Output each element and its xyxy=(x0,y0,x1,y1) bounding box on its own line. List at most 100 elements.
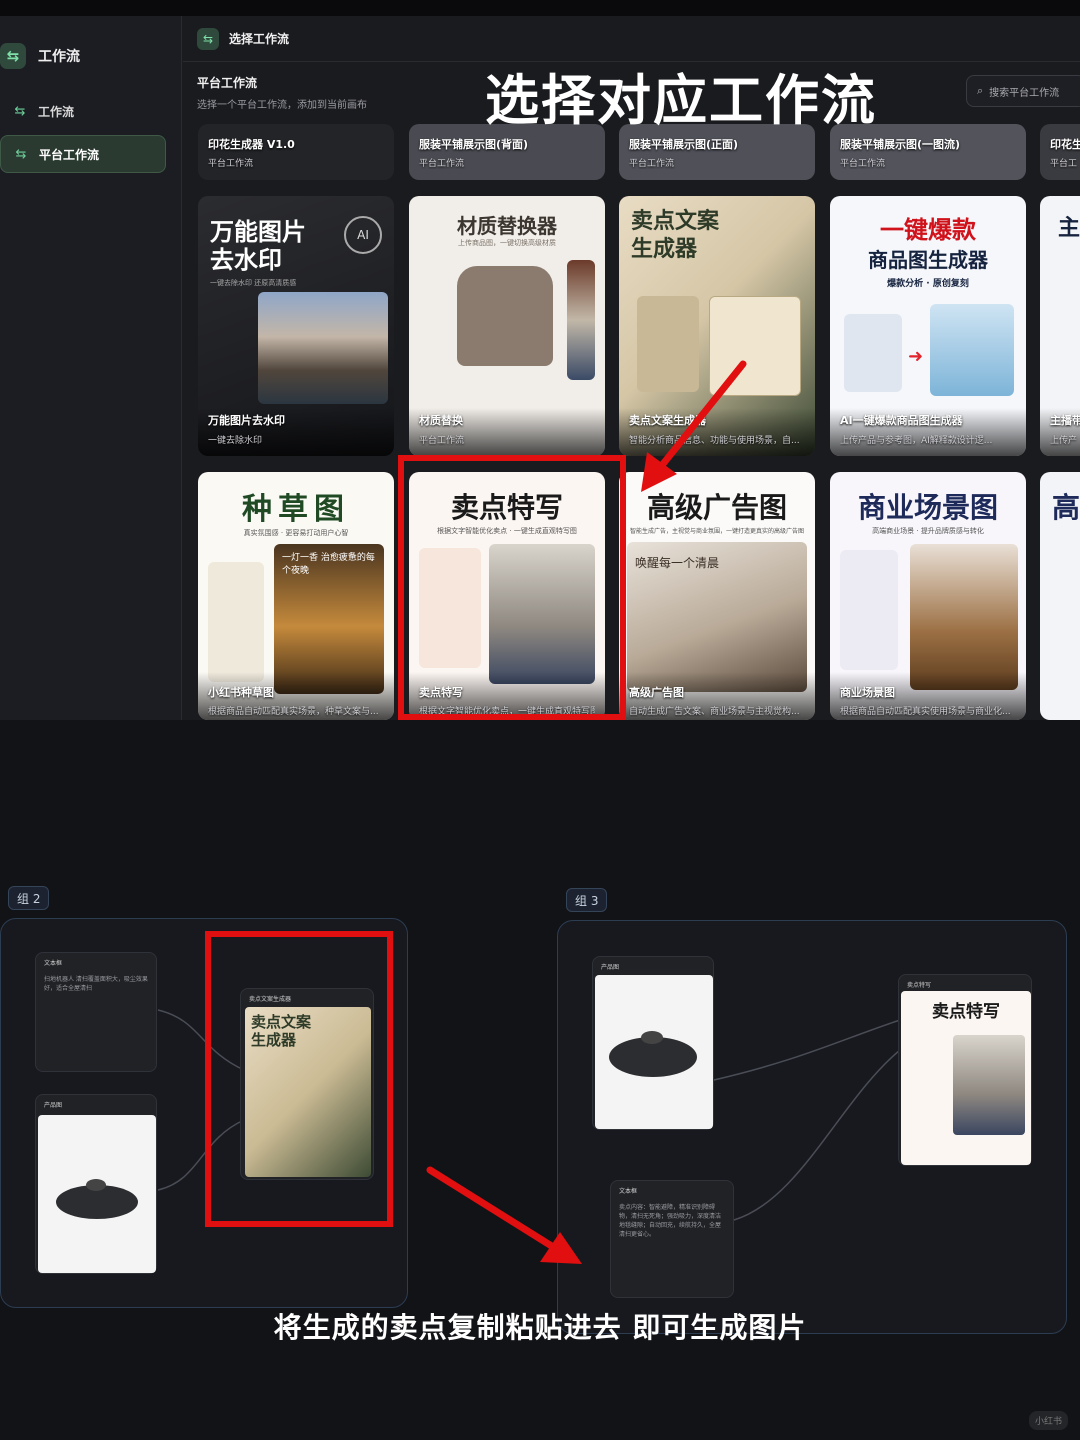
card-title: 服装平铺展示图(一图流) xyxy=(840,138,961,151)
cover-title: 主 xyxy=(1058,216,1080,241)
section-title: 平台工作流 xyxy=(197,76,258,90)
workflow-icon: ⇆ xyxy=(197,27,219,50)
card-title: 小红书种草图 xyxy=(208,686,274,699)
card-subtitle: 根据商品自动匹配真实使用场景与商业化... xyxy=(840,707,1011,717)
node-title: 文本框 xyxy=(44,960,63,967)
cover-note: 一灯一香 治愈疲惫的每个夜晚 xyxy=(282,553,375,576)
workflow-card-hot-product[interactable]: 一键爆款 商品图生成器 爆款分析 · 原创复刻 ➜ AI一键爆款商品图生成器 上… xyxy=(830,196,1026,456)
sidebar-item-workflow[interactable]: ⇆ 工作流 xyxy=(0,92,166,130)
watermark: 小红书 xyxy=(1028,1411,1068,1430)
sidebar-item-label: 工作流 xyxy=(38,104,75,119)
material-swatches xyxy=(567,260,595,380)
card-title: 商业场景图 xyxy=(840,686,895,699)
caption: 将生成的卖点复制粘贴进去 即可生成图片 xyxy=(273,1311,807,1344)
workflow-card-partial[interactable]: 高 xyxy=(1040,472,1080,720)
mountain-image xyxy=(258,292,388,404)
top-strip xyxy=(0,0,1080,16)
text-node[interactable]: 文本框 扫地机器人 清扫覆盖面积大，吸尘效果好，适合全屋清扫 xyxy=(35,952,157,1072)
workflow-card-watermark[interactable]: 万能图片 去水印 一键去除水印 还原高清质感 AI 万能图片去水印 一键去除水印 xyxy=(198,196,394,456)
workflow-card-business-scene[interactable]: 商业场景图 高端商业场景 · 提升品牌质感与转化 商业场景图 根据商品自动匹配真… xyxy=(830,472,1026,720)
workflow-card-material[interactable]: 材质替换器 上传商品图，一键切换高级材质 材质替换 平台工作流 xyxy=(409,196,605,456)
cover-title-line: 商品图生成器 xyxy=(868,248,988,272)
card-subtitle: 根据商品自动匹配真实场景，种草文案与... xyxy=(208,707,379,717)
search-input[interactable]: ⌕ 搜索平台工作流 xyxy=(966,75,1080,107)
cover-tagline: 一键去除水印 还原高清质感 xyxy=(210,279,297,287)
card-title: 印花生成器 V1.0 xyxy=(208,138,295,151)
robot-vacuum-image xyxy=(953,1035,1025,1135)
highlight-box xyxy=(398,455,626,720)
ai-icon: AI xyxy=(344,216,382,254)
cover-tagline: 智能生成广告，主视觉与商业氛围，一键打造更真实的高级广告图 xyxy=(629,528,804,535)
selling-closeup-output-node[interactable]: 卖点特写 卖点特写 xyxy=(898,974,1032,1166)
cover-title: 卖点特写 xyxy=(932,1002,1000,1022)
card-subtitle: 平台工作流 xyxy=(419,159,465,169)
cover-title: 高 xyxy=(1052,491,1080,524)
sidebar-item-platform-workflow[interactable]: ⇆ 平台工作流 xyxy=(0,135,166,173)
workflow-card-streamer[interactable]: 主 主播带 上传产 xyxy=(1040,196,1080,456)
workflow-canvas: 组 2 组 3 文本框 扫地机器人 清扫覆盖面积大，吸尘效果好，适合全屋清扫 产… xyxy=(0,720,1080,1440)
card-title: AI一键爆款商品图生成器 xyxy=(840,414,963,427)
highlight-box xyxy=(205,931,393,1227)
card-title: 服装平铺展示图(正面) xyxy=(629,138,739,151)
search-placeholder: 搜索平台工作流 xyxy=(989,87,1060,99)
card-title: 材质替换 xyxy=(419,414,463,427)
cover-title: 种草图 xyxy=(242,492,350,527)
cover-title-line: 卖点文案 xyxy=(631,209,720,234)
info-list xyxy=(208,562,264,682)
card-subtitle: 平台工作流 xyxy=(629,159,675,169)
cover-tagline: 上传商品图，一键切换高级材质 xyxy=(458,239,556,247)
cover-tagline: 高端商业场景 · 提升品牌质感与转化 xyxy=(872,527,984,535)
cover-tagline: 真实氛围感 · 更容易打动用户心智 xyxy=(243,529,349,537)
card-subtitle: 平台工作流 xyxy=(419,436,465,446)
workflow-card-advanced-ad[interactable]: 高级广告图 智能生成广告，主视觉与商业氛围，一键打造更真实的高级广告图 唤醒每一… xyxy=(619,472,815,720)
product-image-node[interactable]: 产品图 xyxy=(592,956,714,1130)
main-area: ⇆ 选择工作流 平台工作流 选择一个平台工作流，添加到当前画布 ⌕ 搜索平台工作… xyxy=(183,16,1080,720)
pointer-arrow-icon xyxy=(426,1166,582,1264)
workflow-icon: ⇆ xyxy=(0,43,26,69)
bag-image xyxy=(457,266,553,366)
card-subtitle: 一键去除水印 xyxy=(208,436,263,446)
sidebar-header: ⇆ 工作流 xyxy=(0,36,182,76)
cover-title-line: 万能图片 xyxy=(210,218,306,246)
card-title: 主播带 xyxy=(1050,414,1080,427)
node-title: 文本框 xyxy=(619,1188,638,1195)
workflow-icon: ⇆ xyxy=(15,146,27,162)
cover-title: 材质替换器 xyxy=(457,214,557,238)
search-icon: ⌕ xyxy=(977,84,984,97)
card-title: 服装平铺展示图(背面) xyxy=(419,138,529,151)
workflow-picker-panel: ⇆ 工作流 ⇆ 工作流 ⇆ 平台工作流 ⇆ 选择工作流 平台工作流 选择一个平台… xyxy=(0,0,1080,720)
workflow-card[interactable]: 印花生成器 V1.0 平台工作流 xyxy=(198,124,394,180)
card-subtitle: 平台工 xyxy=(1050,159,1078,169)
card-title: 印花生 xyxy=(1050,138,1080,151)
sidebar-title: 工作流 xyxy=(38,49,80,65)
selling-closeup-preview: 卖点特写 xyxy=(901,991,1031,1165)
node-title: 产品图 xyxy=(601,964,620,971)
section-subtitle: 选择一个平台工作流，添加到当前画布 xyxy=(197,100,367,111)
card-subtitle: 上传产 xyxy=(1050,436,1078,446)
card-subtitle: 平台工作流 xyxy=(840,159,886,169)
card-title: 万能图片去水印 xyxy=(208,414,285,427)
bottle-image xyxy=(844,314,902,392)
card-title: 高级广告图 xyxy=(629,686,684,699)
node-title: 产品图 xyxy=(44,1102,63,1109)
sidebar: ⇆ 工作流 ⇆ 工作流 ⇆ 平台工作流 xyxy=(0,16,182,720)
overlay-title: 选择对应工作流 xyxy=(485,69,877,132)
sidebar-item-label: 平台工作流 xyxy=(39,147,100,162)
node-title: 卖点特写 xyxy=(907,982,932,989)
result-image xyxy=(930,304,1014,396)
workflow-card-xhs[interactable]: 种草图 真实氛围感 · 更容易打动用户心智 一灯一香 治愈疲惫的每个夜晚 小红书… xyxy=(198,472,394,720)
workflow-icon: ⇆ xyxy=(14,103,26,119)
prompt-text-node[interactable]: 文本框 卖点内容：智能避障，精准识别障碍物，清扫无死角；强劲吸力，深度清洁地毯缝… xyxy=(610,1180,734,1298)
pointer-arrow-icon xyxy=(641,360,747,492)
workflow-card[interactable]: 印花生 平台工 xyxy=(1040,124,1080,180)
cover-title: 商业场景图 xyxy=(857,491,998,524)
cover-tagline: 爆款分析 · 原创复刻 xyxy=(887,279,969,289)
arrow-right-icon: ➜ xyxy=(908,346,924,367)
node-body: 扫地机器人 清扫覆盖面积大，吸尘效果好，适合全屋清扫 xyxy=(44,976,148,992)
card-subtitle: 自动生成广告文案、商业场景与主视觉构... xyxy=(629,707,800,717)
product-image-node[interactable]: 产品图 xyxy=(35,1094,157,1274)
robot-vacuum-image xyxy=(595,975,713,1129)
cover-title-line: 一键爆款 xyxy=(880,216,976,244)
node-body: 卖点内容：智能避障，精准识别障碍物，清扫无死角；强劲吸力，深度清洁地毯缝隙；自动… xyxy=(619,1204,722,1238)
card-subtitle: 上传产品与参考图，AI解释款设计逻... xyxy=(840,436,993,446)
